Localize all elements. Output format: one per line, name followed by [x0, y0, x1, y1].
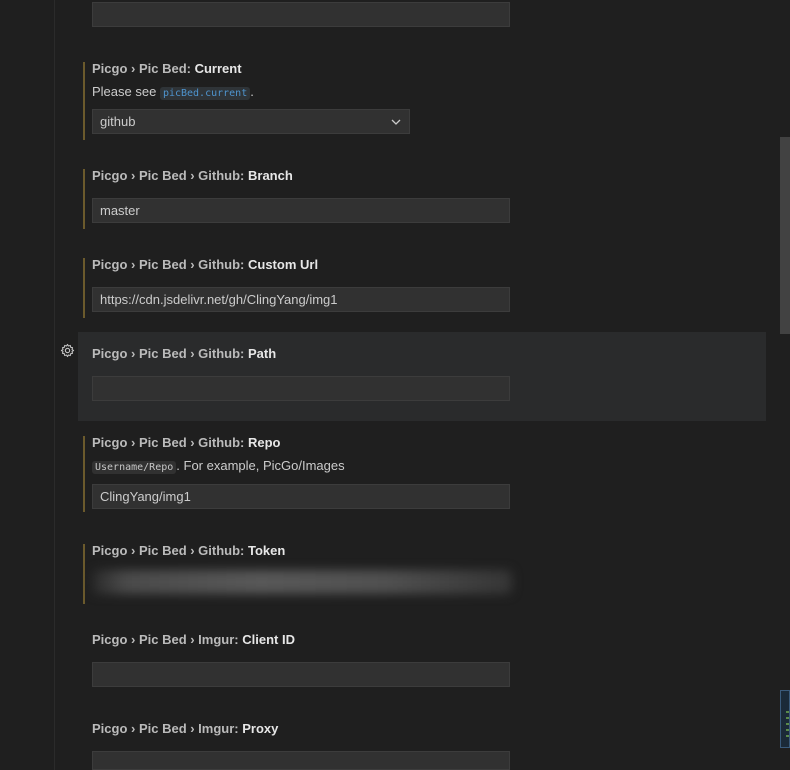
github-branch-input[interactable]: master — [92, 198, 510, 223]
description-text: Please see — [92, 84, 160, 99]
ruler-tick — [786, 711, 789, 713]
setting-key: Token — [248, 543, 286, 558]
setting-input[interactable] — [92, 2, 510, 27]
setting-key: Repo — [248, 435, 281, 450]
gear-icon[interactable] — [60, 343, 75, 358]
setting-title: Picgo › Pic Bed › Github: Repo — [92, 435, 281, 450]
pic-bed-current-select[interactable]: github — [92, 109, 410, 134]
settings-tree-divider — [54, 0, 55, 770]
setting-key: Path — [248, 346, 277, 361]
setting-title: Picgo › Pic Bed › Imgur: Proxy — [92, 721, 278, 736]
setting-top-partial — [78, 0, 766, 40]
modified-indicator — [83, 169, 85, 229]
setting-github-repo: Picgo › Pic Bed › Github: Repo Username/… — [78, 430, 766, 520]
setting-key: Client ID — [242, 632, 295, 647]
modified-indicator — [83, 258, 85, 318]
setting-github-path: Picgo › Pic Bed › Github: Path — [78, 332, 766, 421]
description-text: . — [250, 84, 254, 99]
chevron-down-icon — [391, 119, 401, 125]
setting-pic-bed-current: Picgo › Pic Bed: Current Please see picB… — [78, 56, 766, 148]
setting-key: Proxy — [242, 721, 279, 736]
imgur-client-id-input[interactable] — [92, 662, 510, 687]
ruler-tick — [786, 717, 789, 719]
imgur-proxy-input[interactable] — [92, 751, 510, 770]
setting-description: Username/Repo. For example, PicGo/Images — [92, 458, 345, 474]
modified-indicator — [83, 62, 85, 140]
setting-breadcrumb: Picgo › Pic Bed: — [92, 61, 195, 76]
setting-imgur-client-id: Picgo › Pic Bed › Imgur: Client ID — [78, 627, 766, 699]
setting-github-token: Picgo › Pic Bed › Github: Token — [78, 538, 766, 610]
setting-imgur-proxy: Picgo › Pic Bed › Imgur: Proxy — [78, 716, 766, 770]
setting-key: Current — [194, 61, 242, 76]
github-repo-input[interactable]: ClingYang/img1 — [92, 484, 510, 509]
ruler-tick — [786, 729, 789, 731]
setting-title: Picgo › Pic Bed › Github: Custom Url — [92, 257, 318, 272]
setting-title: Picgo › Pic Bed: Current — [92, 61, 242, 76]
ruler-tick — [786, 723, 789, 725]
setting-github-branch: Picgo › Pic Bed › Github: Branch master — [78, 163, 766, 235]
modified-indicator — [83, 436, 85, 512]
setting-link[interactable]: picBed.current — [159, 87, 251, 100]
setting-title: Picgo › Pic Bed › Github: Token — [92, 543, 285, 558]
setting-breadcrumb: Picgo › Pic Bed › Github: — [92, 543, 248, 558]
setting-breadcrumb: Picgo › Pic Bed › Github: — [92, 168, 248, 183]
ruler-tick — [786, 735, 789, 737]
description-text: . For example, PicGo/Images — [176, 458, 345, 473]
github-token-input[interactable] — [84, 566, 524, 600]
setting-breadcrumb: Picgo › Pic Bed › Github: — [92, 435, 248, 450]
setting-title: Picgo › Pic Bed › Github: Branch — [92, 168, 293, 183]
setting-breadcrumb: Picgo › Pic Bed › Imgur: — [92, 721, 243, 736]
setting-breadcrumb: Picgo › Pic Bed › Imgur: — [92, 632, 243, 647]
select-value: github — [100, 114, 136, 129]
setting-title: Picgo › Pic Bed › Github: Path — [92, 346, 276, 361]
setting-description: Please see picBed.current. — [92, 84, 254, 100]
github-custom-url-input[interactable]: https://cdn.jsdelivr.net/gh/ClingYang/im… — [92, 287, 510, 312]
github-path-input[interactable] — [92, 376, 510, 401]
redacted-token — [92, 570, 512, 594]
setting-key: Branch — [248, 168, 293, 183]
setting-title: Picgo › Pic Bed › Imgur: Client ID — [92, 632, 295, 647]
setting-breadcrumb: Picgo › Pic Bed › Github: — [92, 346, 248, 361]
setting-key: Custom Url — [248, 257, 319, 272]
setting-github-custom-url: Picgo › Pic Bed › Github: Custom Url htt… — [78, 252, 766, 324]
scrollbar-thumb[interactable] — [780, 137, 790, 334]
description-code: Username/Repo — [92, 461, 177, 474]
overview-ruler-marker — [780, 690, 790, 748]
setting-breadcrumb: Picgo › Pic Bed › Github: — [92, 257, 248, 272]
